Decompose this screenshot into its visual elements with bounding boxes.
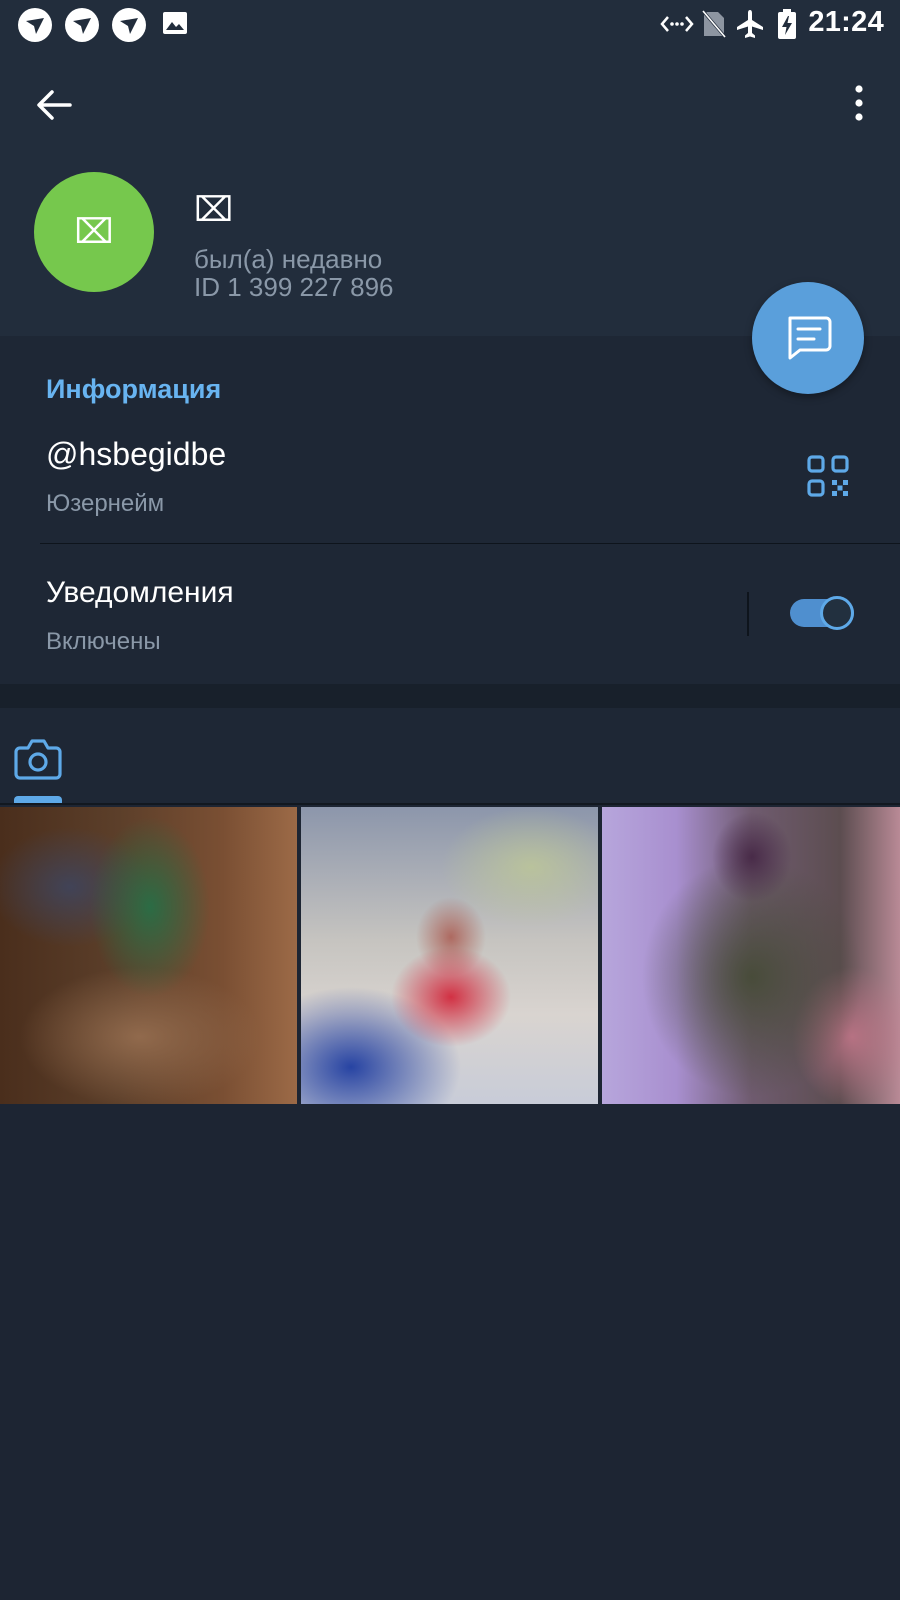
qr-code-button[interactable] bbox=[806, 454, 850, 498]
username-label: Юзернейм bbox=[46, 490, 165, 517]
media-tabs bbox=[0, 708, 900, 804]
more-vert-icon bbox=[855, 85, 863, 121]
app-notification-icon bbox=[112, 8, 146, 42]
tabs-underline bbox=[0, 803, 900, 805]
qr-code-icon bbox=[807, 455, 849, 497]
app-notification-icon bbox=[18, 8, 52, 42]
avatar-initial: ⌧ bbox=[74, 213, 114, 251]
tab-photos[interactable] bbox=[14, 736, 62, 780]
profile-name: ⌧ bbox=[194, 191, 234, 229]
battery-charging-icon bbox=[778, 9, 796, 39]
empty-area bbox=[0, 1104, 900, 1600]
airplane-mode-icon bbox=[737, 10, 763, 38]
send-message-button[interactable] bbox=[752, 282, 864, 394]
back-button[interactable] bbox=[30, 80, 80, 130]
profile-header: ⌧ ⌧ был(а) недавно ID 1 399 227 896 bbox=[0, 48, 900, 336]
toggle-knob bbox=[820, 596, 854, 630]
info-section: Информация @hsbegidbe Юзернейм Уведомлен… bbox=[0, 336, 900, 684]
status-bar: 21:24 bbox=[0, 0, 900, 48]
last-seen-status: был(а) недавно bbox=[194, 244, 383, 274]
data-transfer-icon bbox=[660, 16, 694, 32]
back-arrow-icon bbox=[37, 90, 72, 120]
section-separator bbox=[0, 684, 900, 708]
no-sim-icon bbox=[700, 9, 728, 39]
section-title: Информация bbox=[46, 374, 222, 404]
camera-icon bbox=[14, 739, 62, 780]
username-value[interactable]: @hsbegidbe bbox=[46, 436, 226, 473]
media-photo-3[interactable] bbox=[602, 807, 900, 1104]
status-time: 21:24 bbox=[808, 6, 884, 38]
profile-screen: 21:24 ⌧ ⌧ был(а) недавно ID 1 399 227 89… bbox=[0, 0, 900, 1600]
media-photo-1[interactable] bbox=[0, 807, 297, 1104]
notifications-title[interactable]: Уведомления bbox=[46, 576, 234, 610]
divider bbox=[40, 543, 900, 544]
vertical-divider bbox=[747, 592, 749, 636]
notifications-toggle[interactable] bbox=[790, 596, 856, 630]
media-photo-2[interactable] bbox=[301, 807, 598, 1104]
message-icon bbox=[788, 316, 832, 360]
notifications-status: Включены bbox=[46, 628, 161, 655]
user-id: ID 1 399 227 896 bbox=[194, 272, 394, 302]
more-options-button[interactable] bbox=[844, 82, 874, 128]
image-icon bbox=[160, 8, 194, 42]
avatar[interactable]: ⌧ bbox=[34, 172, 154, 292]
app-notification-icon bbox=[65, 8, 99, 42]
